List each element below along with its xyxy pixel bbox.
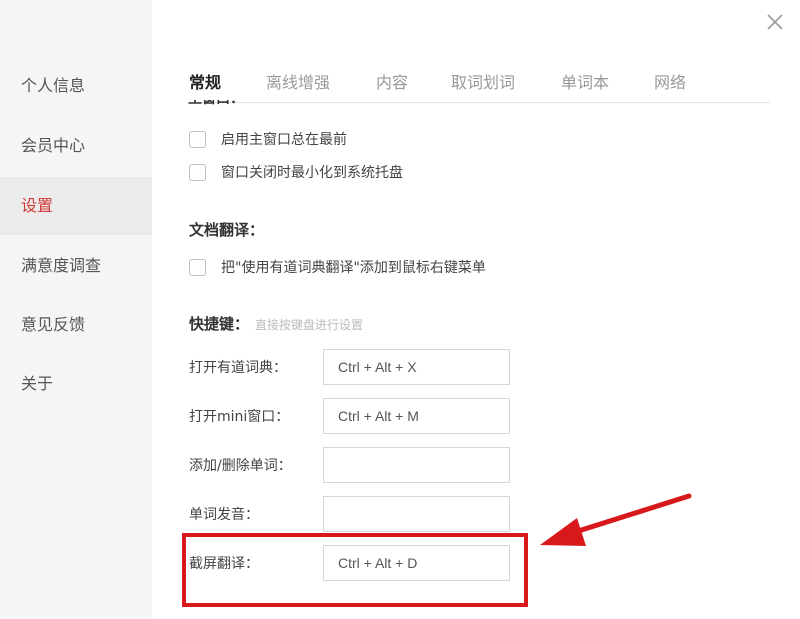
- main-window-heading: 主窗口：: [188, 100, 242, 110]
- sidebar-item-profile[interactable]: 个人信息: [0, 57, 152, 115]
- close-icon: [767, 14, 783, 30]
- shortcut-label-add-word: 添加/删除单词：: [189, 458, 292, 474]
- shortcut-input-pronounce[interactable]: [323, 496, 510, 532]
- sidebar-item-about[interactable]: 关于: [0, 355, 152, 413]
- shortcuts-hint: 直接按键盘进行设置: [255, 318, 364, 332]
- sidebar-item-feedback[interactable]: 意见反馈: [0, 296, 152, 354]
- option-label: 启用主窗口总在最前: [221, 132, 347, 148]
- checkbox-icon[interactable]: [189, 130, 206, 148]
- close-button[interactable]: [764, 11, 786, 33]
- shortcut-input-open-mini[interactable]: Ctrl + Alt + M: [323, 398, 510, 434]
- tab-word-capture[interactable]: 取词划词: [451, 69, 515, 93]
- sidebar-item-survey[interactable]: 满意度调查: [0, 237, 152, 295]
- tab-wordbook[interactable]: 单词本: [561, 69, 609, 93]
- sidebar-item-settings[interactable]: 设置: [0, 177, 152, 235]
- settings-sidebar: 个人信息 会员中心 设置 满意度调查 意见反馈 关于: [0, 0, 152, 619]
- shortcut-input-open-dict[interactable]: Ctrl + Alt + X: [323, 349, 510, 385]
- checkbox-icon[interactable]: [189, 163, 206, 181]
- shortcuts-title: 快捷键： 直接按键盘进行设置: [189, 313, 363, 334]
- option-always-on-top[interactable]: 启用主窗口总在最前: [189, 129, 347, 149]
- main-window-heading-text: 主窗口：: [188, 100, 242, 108]
- doc-translate-title: 文档翻译：: [189, 221, 265, 239]
- option-context-menu[interactable]: 把"使用有道词典翻译"添加到鼠标右键菜单: [189, 257, 486, 277]
- tab-offline[interactable]: 离线增强: [266, 69, 330, 93]
- option-label: 把"使用有道词典翻译"添加到鼠标右键菜单: [221, 260, 486, 276]
- shortcut-input-add-word[interactable]: [323, 447, 510, 483]
- shortcuts-title-text: 快捷键：: [189, 315, 250, 333]
- shortcut-label-pronounce: 单词发音：: [189, 507, 259, 523]
- sidebar-item-membership[interactable]: 会员中心: [0, 117, 152, 175]
- tab-network[interactable]: 网络: [654, 69, 686, 93]
- option-label: 窗口关闭时最小化到系统托盘: [221, 165, 403, 181]
- shortcut-label-open-dict: 打开有道词典：: [189, 360, 287, 376]
- tab-divider: [188, 102, 770, 103]
- checkbox-icon[interactable]: [189, 258, 206, 276]
- shortcut-label-open-mini: 打开mini窗口：: [189, 409, 290, 425]
- annotation-highlight-box: [182, 533, 528, 607]
- tab-general[interactable]: 常规: [189, 69, 221, 93]
- option-minimize-to-tray[interactable]: 窗口关闭时最小化到系统托盘: [189, 162, 403, 182]
- tab-content[interactable]: 内容: [376, 69, 408, 93]
